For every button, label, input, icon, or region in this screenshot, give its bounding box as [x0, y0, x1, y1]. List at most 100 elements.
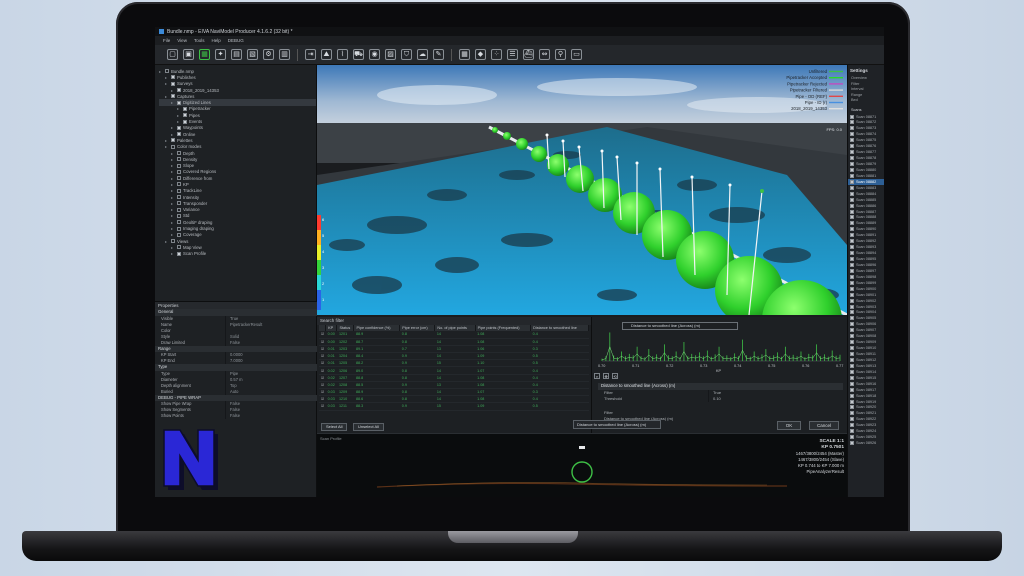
scan-checkbox[interactable] — [850, 316, 854, 321]
visibility-checkbox[interactable] — [171, 81, 175, 86]
table-row[interactable]: ☑ 0.00 1202 88.7 0.8 14 1.08 0.4 — [319, 338, 589, 346]
scan-checkbox[interactable] — [850, 162, 854, 167]
row-checkbox[interactable]: ☑ — [319, 359, 326, 368]
cloud-icon[interactable]: ☁ — [417, 49, 428, 60]
pin-icon[interactable]: ⚲ — [555, 49, 566, 60]
visibility-checkbox[interactable] — [177, 182, 181, 187]
visibility-checkbox[interactable] — [177, 188, 181, 193]
visibility-checkbox[interactable] — [183, 113, 187, 118]
open-icon[interactable]: ▣ — [183, 49, 194, 60]
table-icon[interactable]: ▦ — [459, 49, 470, 60]
menu-debug[interactable]: DEBUG — [228, 38, 244, 43]
brush-icon[interactable]: ✎ — [433, 49, 444, 60]
chevron-right-icon[interactable]: ▸ — [171, 151, 175, 156]
shield-icon[interactable]: ⛉ — [401, 49, 412, 60]
scan-checkbox[interactable] — [850, 173, 854, 178]
scan-checkbox[interactable] — [850, 286, 854, 291]
scan-checkbox[interactable] — [850, 381, 854, 386]
visibility-checkbox[interactable] — [165, 69, 169, 74]
chevron-right-icon[interactable]: ▸ — [165, 144, 169, 149]
vessel-icon[interactable]: ⛴ — [523, 49, 534, 60]
property-row[interactable]: Buried Auto — [155, 388, 317, 395]
chevron-right-icon[interactable]: ▸ — [171, 163, 175, 168]
scan-checkbox[interactable] — [850, 369, 854, 374]
scan-checkbox[interactable] — [850, 150, 854, 155]
scan-checkbox[interactable] — [850, 435, 854, 440]
scan-checkbox[interactable] — [850, 126, 854, 131]
profile-icon[interactable]: ⌇ — [337, 49, 348, 60]
scan-checkbox[interactable] — [850, 167, 854, 172]
scan-checkbox[interactable] — [850, 280, 854, 285]
scan-checkbox[interactable] — [850, 179, 854, 184]
cancel-button[interactable]: Cancel — [809, 421, 839, 430]
scan-checkbox[interactable] — [850, 215, 854, 220]
pan-icon[interactable]: ✥ — [603, 373, 609, 379]
visibility-checkbox[interactable] — [171, 138, 175, 143]
scan-checkbox[interactable] — [850, 363, 854, 368]
scan-checkbox[interactable] — [850, 239, 854, 244]
ok-button[interactable]: OK — [777, 421, 801, 430]
scan-checkbox[interactable] — [850, 114, 854, 119]
row-checkbox[interactable]: ☑ — [319, 381, 326, 390]
visibility-checkbox[interactable] — [177, 201, 181, 206]
visibility-checkbox[interactable] — [177, 207, 181, 212]
visibility-checkbox[interactable] — [177, 125, 181, 130]
row-checkbox[interactable]: ☑ — [319, 352, 326, 361]
dots-icon[interactable]: ⁘ — [491, 49, 502, 60]
scan-checkbox[interactable] — [850, 441, 854, 446]
scan-checkbox[interactable] — [850, 399, 854, 404]
table-row[interactable]: ☑ 0.03 1209 88.9 0.8 14 1.07 0.3 — [319, 388, 589, 397]
row-checkbox[interactable]: ☑ — [319, 345, 326, 354]
row-checkbox[interactable]: ☑ — [319, 402, 326, 411]
scan-checkbox[interactable] — [850, 411, 854, 416]
chevron-right-icon[interactable]: ▸ — [171, 220, 175, 225]
cube-icon[interactable]: ▧ — [247, 49, 258, 60]
chevron-right-icon[interactable]: ▸ — [177, 119, 181, 124]
scan-checkbox[interactable] — [850, 156, 854, 161]
table-row[interactable]: ☑ 0.01 1204 88.4 0.9 14 1.09 0.5 — [319, 352, 589, 361]
scan-checkbox[interactable] — [850, 274, 854, 279]
scan-checkbox[interactable] — [850, 405, 854, 410]
scan-checkbox[interactable] — [850, 227, 854, 232]
chevron-right-icon[interactable]: ▸ — [171, 132, 175, 137]
visibility-checkbox[interactable] — [171, 94, 175, 99]
scan-checkbox[interactable] — [850, 262, 854, 267]
table-row[interactable]: ☑ 0.02 1208 88.5 0.9 13 1.08 0.4 — [319, 381, 589, 390]
row-checkbox[interactable]: ☑ — [319, 366, 326, 375]
scan-checkbox[interactable] — [850, 144, 854, 149]
settings-row[interactable]: Bed — [848, 98, 884, 104]
chevron-right-icon[interactable]: ▸ — [165, 75, 169, 80]
property-value[interactable]: Auto — [225, 388, 317, 395]
row-checkbox[interactable]: ☑ — [319, 374, 326, 382]
filter-value[interactable]: 0.10 — [708, 395, 843, 402]
scan-checkbox[interactable] — [850, 251, 854, 256]
table-row[interactable]: ☑ 0.01 1205 88.2 0.9 15 1.10 0.5 — [319, 359, 589, 368]
scan-checkbox[interactable] — [850, 185, 854, 190]
scan-checkbox[interactable] — [850, 429, 854, 434]
sky-icon[interactable]: ☰ — [507, 49, 518, 60]
visibility-checkbox[interactable] — [177, 195, 181, 200]
scan-checkbox[interactable] — [850, 209, 854, 214]
visibility-checkbox[interactable] — [177, 245, 181, 250]
menu-help[interactable]: Help — [211, 38, 220, 43]
scan-checkbox[interactable] — [850, 334, 854, 339]
scan-checkbox[interactable] — [850, 423, 854, 428]
table-row[interactable]: ☑ 0.03 1211 88.3 0.9 15 1.09 0.5 — [319, 402, 589, 411]
visibility-checkbox[interactable] — [171, 239, 175, 244]
unselect-all-button[interactable]: Unselect All — [353, 423, 384, 431]
scan-checkbox[interactable] — [850, 310, 854, 315]
scan-profile-view[interactable]: Scan Profile SCALE 1:1 KP 0.7501 1467/3800… — [317, 433, 847, 497]
camera-icon[interactable]: ◉ — [369, 49, 380, 60]
3d-viewport[interactable]: 654321 Unfiltered Pipetracker Accepted Pip… — [317, 65, 847, 315]
table-row[interactable]: ☑ 0.01 1203 89.1 0.7 13 1.06 0.3 — [319, 345, 589, 354]
chevron-right-icon[interactable]: ▸ — [171, 245, 175, 250]
scan-checkbox[interactable] — [850, 203, 854, 208]
chevron-right-icon[interactable]: ▸ — [165, 138, 169, 143]
chevron-right-icon[interactable]: ▸ — [171, 169, 175, 174]
chevron-right-icon[interactable]: ▸ — [165, 81, 169, 86]
scan-checkbox[interactable] — [850, 257, 854, 262]
scan-checkbox[interactable] — [850, 387, 854, 392]
scan-checkbox[interactable] — [850, 328, 854, 333]
chevron-right-icon[interactable]: ▸ — [171, 213, 175, 218]
row-checkbox[interactable]: ☑ — [319, 395, 326, 404]
